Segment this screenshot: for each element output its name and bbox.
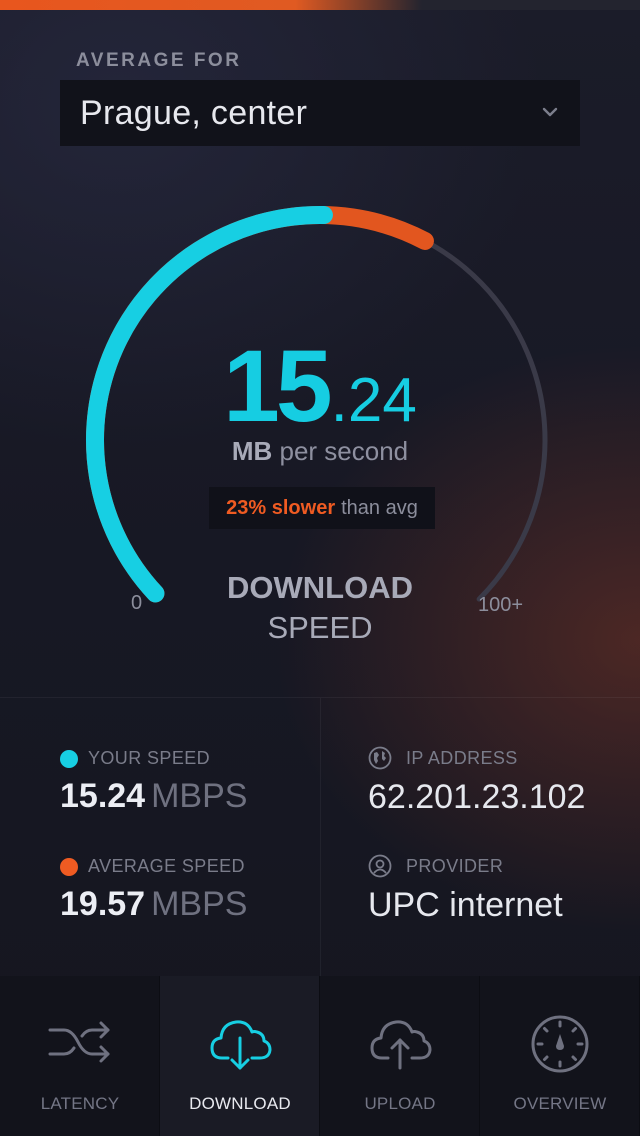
speed-value-decimal: .24	[330, 366, 417, 435]
speed-unit-bold: MB	[231, 436, 273, 466]
average-speed-value: 19.57	[60, 885, 146, 923]
tab-upload-label: UPLOAD	[364, 1094, 436, 1113]
gauge-title: DOWNLOAD	[227, 570, 413, 605]
stats-panel: YOUR SPEED 15.24 MBPS AVERAGE SPEED 19.57…	[0, 697, 640, 976]
average-speed-unit: MBPS	[151, 885, 248, 923]
provider-label: PROVIDER	[406, 855, 504, 876]
average-speed-stat: AVERAGE SPEED 19.57 MBPS	[60, 856, 247, 924]
globe-icon	[368, 746, 392, 770]
ip-address-value: 62.201.23.102	[368, 778, 586, 816]
shuffle-icon	[48, 1021, 110, 1063]
average-speed-label: AVERAGE SPEED	[88, 856, 245, 876]
tab-upload[interactable]: UPLOAD	[320, 976, 480, 1136]
tab-download-label: DOWNLOAD	[189, 1094, 291, 1113]
speed-unit-rest: per second	[279, 436, 409, 466]
average-speed-dot	[60, 857, 78, 876]
your-speed-label: YOUR SPEED	[88, 748, 211, 768]
ip-address-label: IP ADDRESS	[406, 747, 518, 768]
gauge-subtitle: SPEED	[267, 610, 373, 645]
cloud-upload-icon	[370, 1020, 432, 1070]
tab-bar: LATENCY DOWNLOAD UPLOAD OVERVIEW	[0, 976, 640, 1136]
comparison-text: than avg	[341, 496, 418, 519]
tab-overview[interactable]: OVERVIEW	[480, 976, 640, 1136]
tab-download[interactable]: DOWNLOAD	[160, 976, 320, 1136]
user-icon	[368, 854, 392, 878]
cloud-download-icon	[210, 1020, 272, 1070]
ip-address-stat: IP ADDRESS 62.201.23.102	[368, 746, 585, 817]
tab-overview-label: OVERVIEW	[513, 1094, 607, 1113]
provider-value: UPC internet	[368, 886, 563, 924]
tab-latency[interactable]: LATENCY	[0, 976, 160, 1136]
your-speed-unit: MBPS	[151, 777, 248, 815]
compass-icon	[531, 1015, 589, 1073]
your-speed-dot	[60, 749, 78, 768]
comparison-percent: 23% slower	[226, 496, 336, 519]
speed-value: 15.24	[0, 328, 640, 445]
stats-divider	[320, 698, 321, 976]
your-speed-stat: YOUR SPEED 15.24 MBPS	[60, 748, 247, 816]
your-speed-value: 15.24	[60, 777, 146, 815]
speed-value-integer: 15	[223, 329, 332, 443]
tab-latency-label: LATENCY	[40, 1094, 120, 1113]
provider-stat: PROVIDER UPC internet	[368, 854, 563, 925]
speed-unit: MB per second	[0, 436, 640, 467]
comparison-badge: 23% slower than avg	[209, 487, 435, 529]
